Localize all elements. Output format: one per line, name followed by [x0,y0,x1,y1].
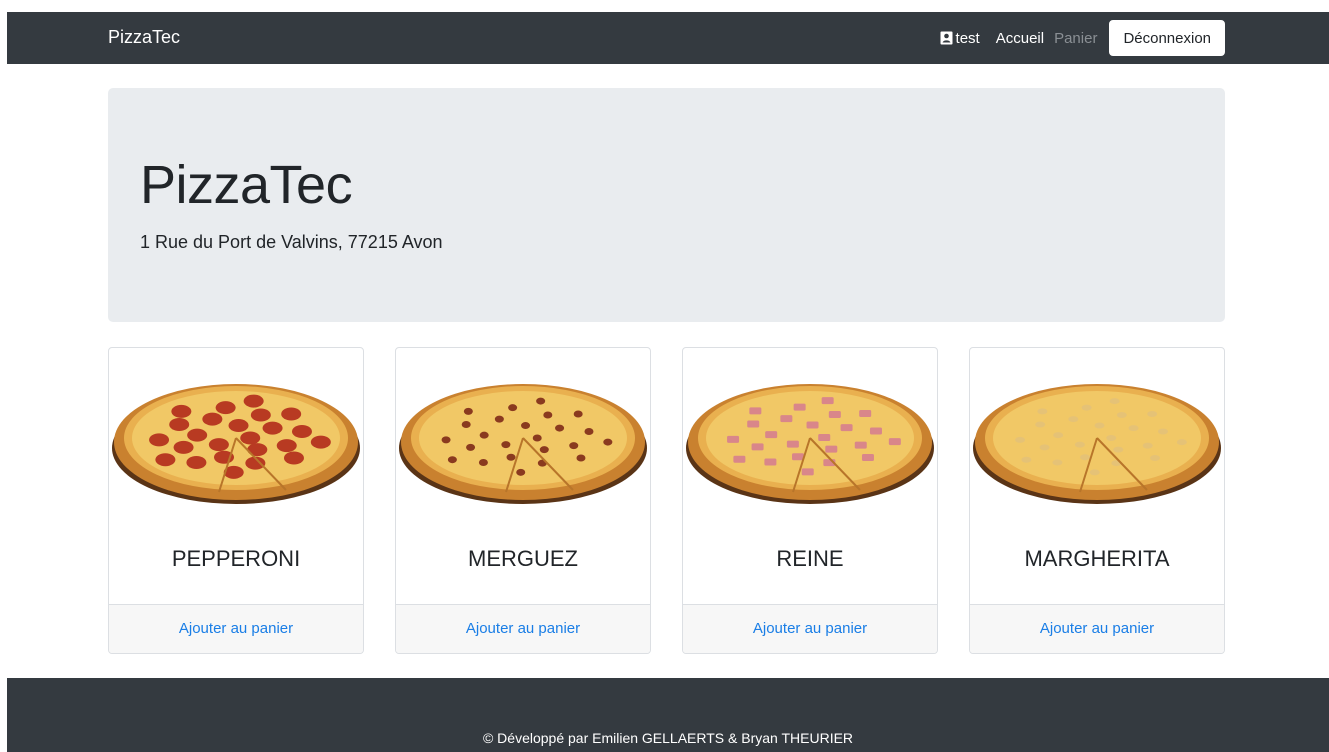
product-name: PEPPERONI [171,546,301,571]
page-title: PizzaTec [140,155,353,215]
navbar: PizzaTec test Accueil Panier Déconnexion [7,12,1329,64]
add-to-cart-link-merguez[interactable]: Ajouter au panier [466,620,580,637]
nav-user-label: test [955,29,980,47]
product-name: REINE [776,546,844,571]
card-footer: Ajouter au panier [970,604,1224,653]
footer: © Développé par Emilien GELLAERTS & Brya… [7,678,1329,752]
product-card-reine: REINE Ajouter au panier [682,347,938,654]
address-text: 1 Rue du Port de Valvins, 77215 Avon [140,232,443,252]
product-card-margherita: MARGHERITA Ajouter au panier [969,347,1225,654]
navbar-brand[interactable]: PizzaTec [108,12,180,64]
navbar-right: test Accueil Panier Déconnexion [940,12,1225,64]
nav-link-panier[interactable]: Panier [1054,30,1097,47]
product-name: MERGUEZ [468,546,578,571]
product-name: MARGHERITA [1024,546,1170,571]
product-card-merguez: MERGUEZ Ajouter au panier [395,347,651,654]
add-to-cart-link-pepperoni[interactable]: Ajouter au panier [179,620,293,637]
add-to-cart-link-reine[interactable]: Ajouter au panier [753,620,867,637]
pizza-pepperoni-image [112,384,360,504]
card-footer: Ajouter au panier [396,604,650,653]
product-grid: PEPPERONI Ajouter au panier MERGUEZ Ajou… [108,347,1225,654]
user-badge-icon [940,31,953,45]
jumbotron: PizzaTec 1 Rue du Port de Valvins, 77215… [108,88,1225,322]
add-to-cart-link-margherita[interactable]: Ajouter au panier [1040,620,1154,637]
pizza-reine-image [686,384,934,504]
pizza-merguez-image [399,384,647,504]
card-footer: Ajouter au panier [109,604,363,653]
card-footer: Ajouter au panier [683,604,937,653]
nav-link-accueil[interactable]: Accueil [996,30,1044,47]
logout-button[interactable]: Déconnexion [1109,20,1225,56]
pizza-margherita-image [973,384,1221,504]
footer-credits: © Développé par Emilien GELLAERTS & Brya… [482,730,854,746]
product-card-pepperoni: PEPPERONI Ajouter au panier [108,347,364,654]
nav-user: test [940,30,980,47]
